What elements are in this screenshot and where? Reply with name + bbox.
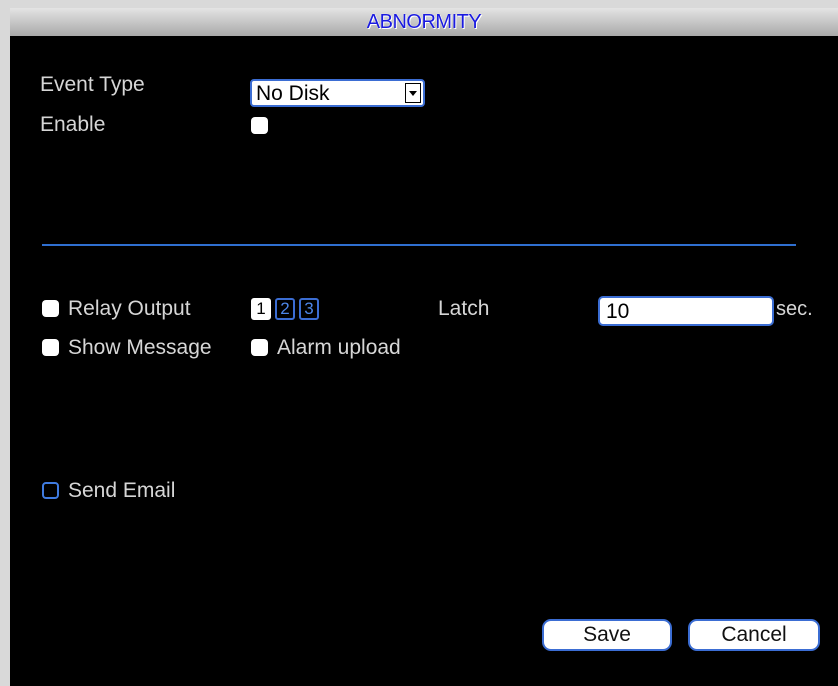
dropdown-arrow-icon[interactable]: [405, 83, 421, 103]
latch-unit: sec.: [776, 298, 813, 320]
save-button[interactable]: Save: [542, 619, 672, 651]
show-message-checkbox[interactable]: [42, 339, 59, 356]
send-email-checkbox[interactable]: [42, 482, 59, 499]
dialog-content: Event Type No Disk Enable Relay Output 1…: [10, 36, 838, 686]
show-message-label: Show Message: [68, 336, 212, 359]
relay-output-label: Relay Output: [68, 297, 191, 320]
relay-channel-1[interactable]: 1: [251, 298, 271, 320]
event-type-value: No Disk: [256, 82, 330, 105]
abnormity-dialog: ABNORMITY Event Type No Disk Enable Rela…: [10, 8, 838, 686]
title-bar: ABNORMITY: [10, 8, 838, 36]
enable-label: Enable: [40, 113, 106, 136]
cancel-button[interactable]: Cancel: [688, 619, 820, 651]
dialog-title: ABNORMITY: [366, 11, 482, 33]
event-type-select[interactable]: No Disk: [250, 79, 425, 107]
divider: [42, 244, 796, 246]
relay-channel-3[interactable]: 3: [299, 298, 319, 320]
enable-checkbox[interactable]: [251, 117, 268, 134]
alarm-upload-checkbox[interactable]: [251, 339, 268, 356]
send-email-label: Send Email: [68, 479, 176, 502]
relay-output-checkbox[interactable]: [42, 300, 59, 317]
alarm-upload-label: Alarm upload: [277, 336, 401, 359]
latch-value: 10: [606, 300, 630, 323]
latch-label: Latch: [438, 297, 490, 320]
relay-channel-2[interactable]: 2: [275, 298, 295, 320]
event-type-label: Event Type: [40, 73, 145, 96]
latch-input[interactable]: 10: [598, 296, 774, 326]
